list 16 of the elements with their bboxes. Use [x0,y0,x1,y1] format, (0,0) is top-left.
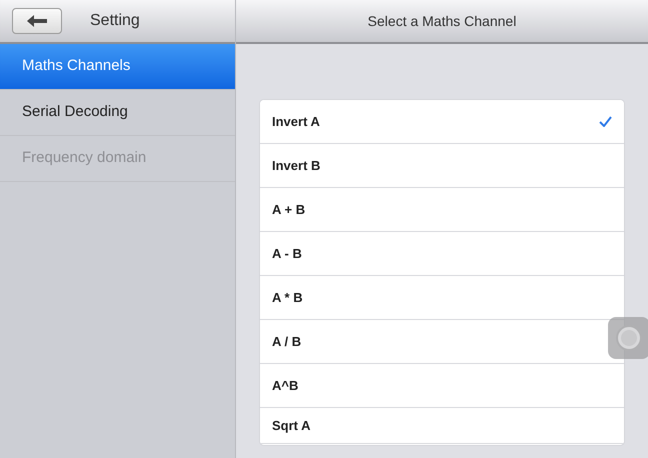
channel-label: A * B [272,288,303,307]
channel-label: A / B [272,332,302,351]
channel-label: A - B [272,244,302,263]
back-arrow-icon [27,15,47,27]
channel-label: Invert B [272,156,320,175]
channel-label: A^B [272,376,298,395]
circle-icon [615,324,643,352]
channel-label: Invert A [272,112,320,131]
back-button[interactable] [12,8,62,34]
channel-label: A + B [272,200,306,219]
sidebar-item[interactable]: Maths Channels [0,44,235,90]
panel-title: Select a Maths Channel [368,12,516,30]
header-title: Setting [90,11,140,31]
channel-label: Sqrt A [272,416,311,435]
sidebar-item[interactable]: Serial Decoding [0,90,235,136]
channel-row[interactable]: Invert A [260,100,624,144]
